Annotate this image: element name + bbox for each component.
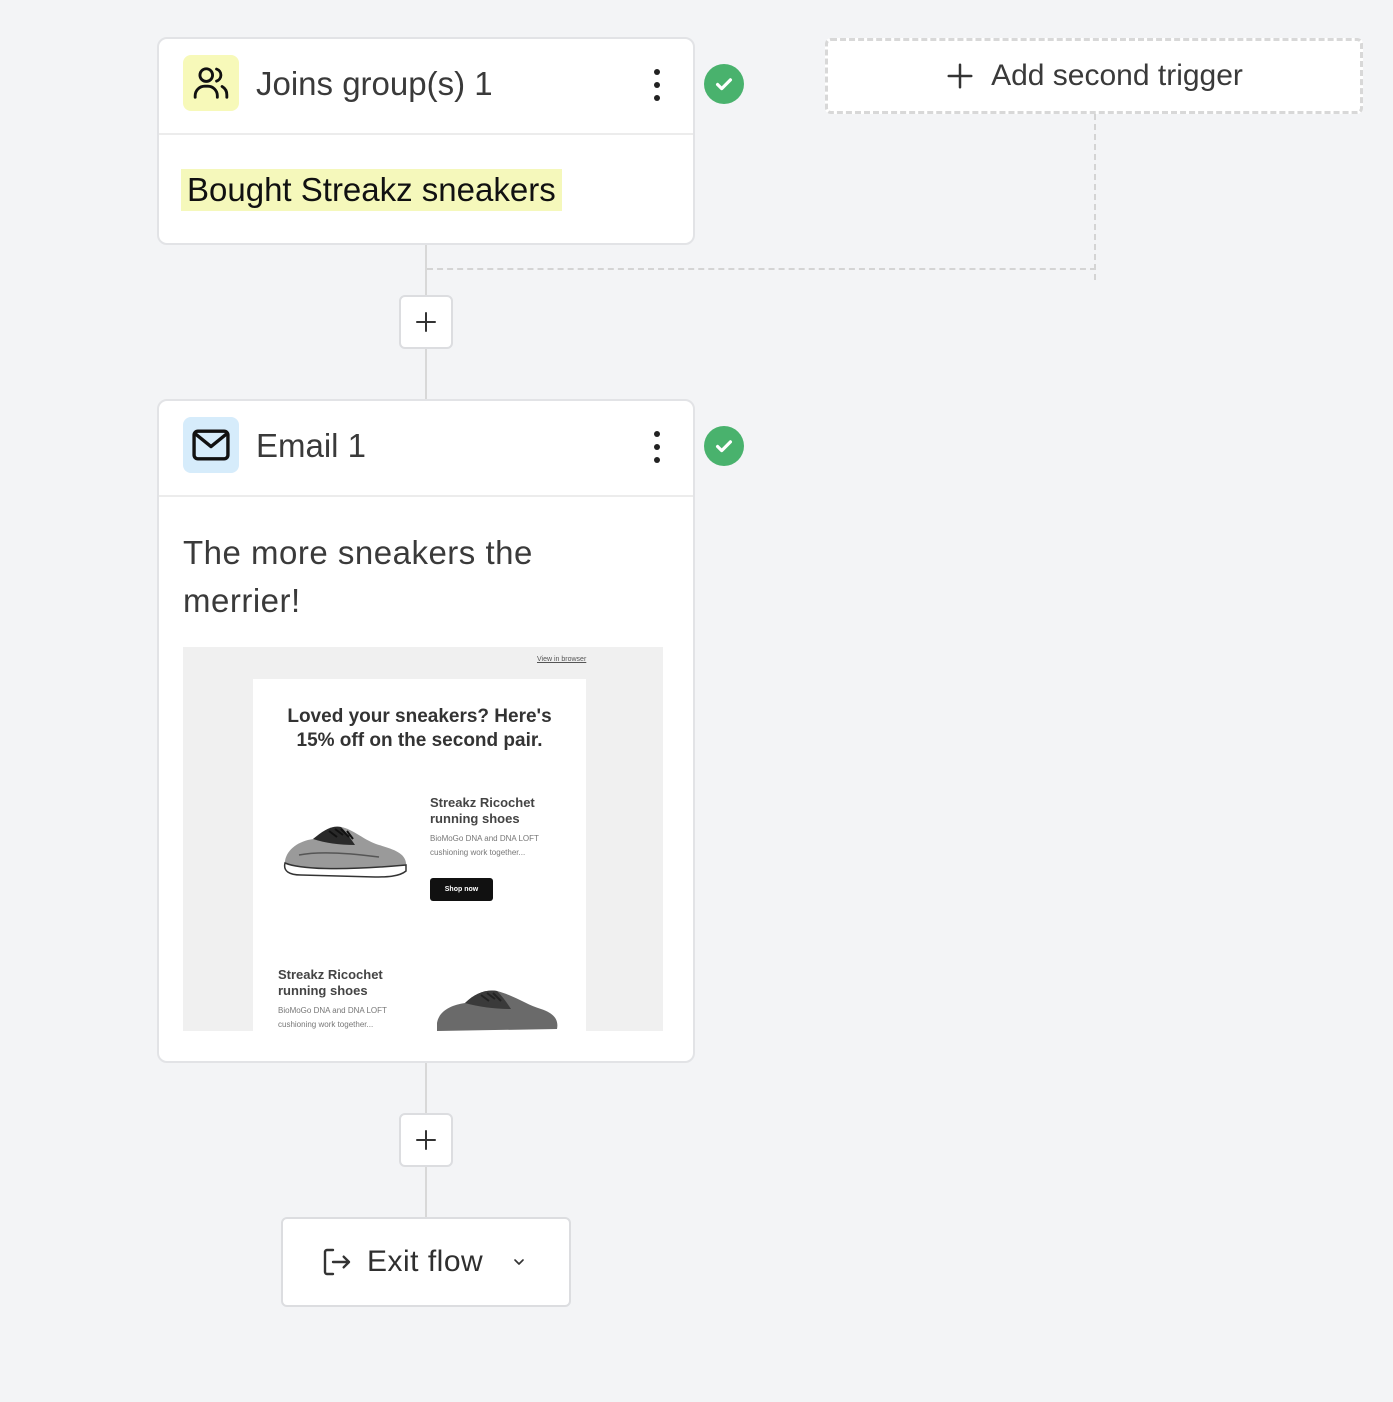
exit-flow-label: Exit flow xyxy=(367,1245,484,1278)
product-title: Streakz Ricochet running shoes xyxy=(430,795,535,826)
plus-icon xyxy=(945,61,975,91)
connector-line xyxy=(425,348,427,400)
product-description: BioMoGo DNA and DNA LOFT cushioning work… xyxy=(430,834,539,857)
add-step-button[interactable] xyxy=(399,1113,453,1167)
email-node-card[interactable]: Email 1 The more sneakers the merrier! V… xyxy=(157,399,695,1063)
trigger-node-header: Joins group(s) 1 xyxy=(159,39,693,135)
product-title: Streakz Ricochet running shoes xyxy=(278,967,383,998)
status-check-icon xyxy=(704,426,744,466)
envelope-icon xyxy=(183,417,239,473)
connector-line xyxy=(425,1166,427,1218)
sneaker-image xyxy=(283,826,407,878)
plus-icon xyxy=(416,312,436,332)
product-description: BioMoGo DNA and DNA LOFT cushioning work… xyxy=(278,1006,387,1029)
trigger-node-title: Joins group(s) 1 xyxy=(256,65,493,102)
shop-now-button: Shop now xyxy=(430,878,493,901)
email-subject: The more sneakers the merrier! xyxy=(183,534,533,619)
add-second-trigger-button[interactable]: Add second trigger xyxy=(825,38,1363,114)
trigger-node-card[interactable]: Joins group(s) 1 Bought Streakz sneakers xyxy=(157,37,695,245)
trigger-dashed-connector xyxy=(427,268,1096,270)
connector-line xyxy=(425,244,427,296)
email-node-menu-icon[interactable] xyxy=(647,431,667,463)
plus-icon xyxy=(416,1130,436,1150)
view-in-browser-link: View in browser xyxy=(537,656,587,663)
email-node-header: Email 1 xyxy=(159,401,693,497)
trigger-condition-label: Bought Streakz sneakers xyxy=(181,169,562,211)
add-step-button[interactable] xyxy=(399,295,453,349)
email-node-title: Email 1 xyxy=(256,427,367,464)
exit-icon xyxy=(323,1248,351,1276)
connector-line xyxy=(425,1062,427,1114)
exit-flow-button[interactable]: Exit flow xyxy=(281,1217,571,1307)
email-preview-sheet: Loved your sneakers? Here's 15% off on t… xyxy=(253,679,586,1031)
trigger-node-menu-icon[interactable] xyxy=(647,69,667,101)
email-preview-headline: Loved your sneakers? Here's 15% off on t… xyxy=(287,706,552,751)
sneaker-image xyxy=(437,990,558,1031)
status-check-icon xyxy=(704,64,744,104)
chevron-down-icon xyxy=(511,1254,527,1270)
users-icon xyxy=(183,55,239,111)
add-second-trigger-label: Add second trigger xyxy=(991,59,1243,92)
trigger-dashed-connector xyxy=(1094,114,1096,280)
email-preview[interactable]: View in browser Loved your sneakers? Her… xyxy=(183,647,663,1031)
